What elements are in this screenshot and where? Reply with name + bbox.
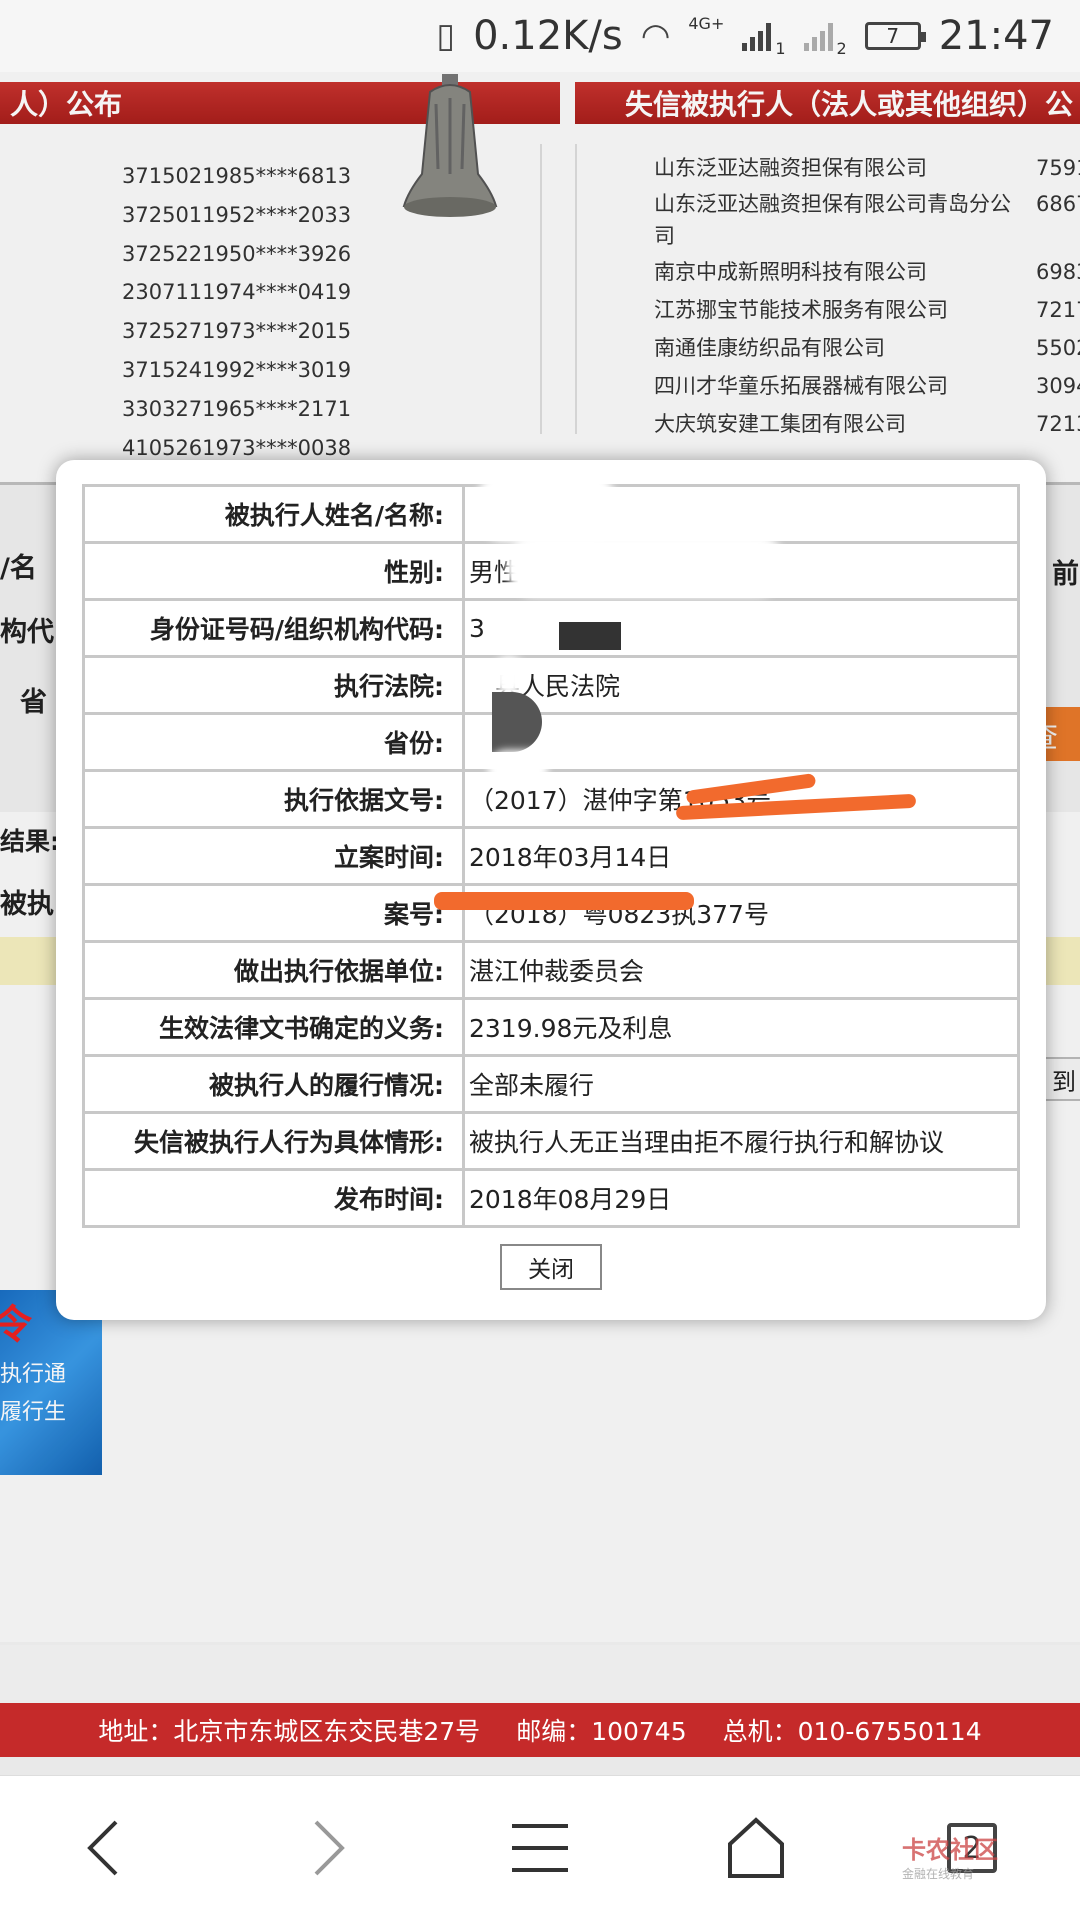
menu-icon xyxy=(512,1824,568,1872)
menu-button[interactable] xyxy=(485,1793,595,1903)
redaction-block xyxy=(559,622,621,650)
footer-phone: 总机：010-67550114 xyxy=(722,1717,982,1746)
row-label: 身份证号码/组织机构代码: xyxy=(82,598,465,658)
clock: 21:47 xyxy=(938,13,1054,59)
network-type: 4G+ xyxy=(688,14,725,33)
table-row: 发布时间: 2018年08月29日 xyxy=(82,1168,1020,1228)
vibrate-icon: ▯ xyxy=(436,16,456,56)
table-row: 省份: xyxy=(82,712,1020,772)
table-row: 执行法院: 县人民法院 xyxy=(82,655,1020,715)
net-speed: 0.12K/s xyxy=(473,13,623,59)
footer-postcode: 邮编：100745 xyxy=(516,1717,687,1746)
redaction-blur xyxy=(506,535,786,597)
wifi-icon: ◠ xyxy=(640,16,671,56)
row-label: 立案时间: xyxy=(82,826,465,886)
battery-level: 7 xyxy=(886,24,900,48)
home-icon xyxy=(728,1817,784,1878)
sim2-label: 2 xyxy=(836,39,847,58)
row-label: 生效法律文书确定的义务: xyxy=(82,997,465,1057)
row-label: 案号: xyxy=(82,883,465,943)
row-label: 性别: xyxy=(82,541,465,601)
redaction-blur xyxy=(488,750,548,786)
row-value: 县人民法院 xyxy=(462,655,1020,715)
watermark-title: 卡农社区 xyxy=(902,1836,998,1864)
watermark-subtitle: 金融在线教育 xyxy=(902,1867,975,1881)
row-value: 全部未履行 xyxy=(462,1054,1020,1114)
battery-icon: 7 xyxy=(864,22,926,50)
row-label: 做出执行依据单位: xyxy=(82,940,465,1000)
chevron-right-icon xyxy=(314,1820,345,1876)
footer-spacer xyxy=(0,1645,1080,1703)
row-label: 被执行人姓名/名称: xyxy=(82,484,465,544)
home-button[interactable] xyxy=(701,1793,811,1903)
row-label: 被执行人的履行情况: xyxy=(82,1054,465,1114)
table-row: 做出执行依据单位: 湛江仲裁委员会 xyxy=(82,940,1020,1000)
site-footer: 地址：北京市东城区东交民巷27号 邮编：100745 总机：010-675501… xyxy=(0,1703,1080,1757)
table-row: 立案时间: 2018年03月14日 xyxy=(82,826,1020,886)
signal-icon-sim1 xyxy=(742,21,772,51)
row-label: 执行依据文号: xyxy=(82,769,465,829)
row-label: 省份: xyxy=(82,712,465,772)
table-row: 被执行人的履行情况: 全部未履行 xyxy=(82,1054,1020,1114)
row-label: 发布时间: xyxy=(82,1168,465,1228)
table-row: 身份证号码/组织机构代码: 3 xyxy=(82,598,1020,658)
row-value: 2018年08月29日 xyxy=(462,1168,1020,1228)
row-value: （2017）湛仲字第1053号 xyxy=(462,769,1020,829)
redaction-scribble xyxy=(434,892,694,910)
sim1-label: 1 xyxy=(775,39,786,58)
table-row: 生效法律文书确定的义务: 2319.98元及利息 xyxy=(82,997,1020,1057)
back-button[interactable] xyxy=(53,1793,163,1903)
forward-button[interactable] xyxy=(269,1793,379,1903)
row-value: 湛江仲裁委员会 xyxy=(462,940,1020,1000)
row-value: 被执行人无正当理由拒不履行执行和解协议 xyxy=(462,1111,1020,1171)
signal-icon-sim2 xyxy=(803,21,833,51)
table-row: 失信被执行人行为具体情形: 被执行人无正当理由拒不履行执行和解协议 xyxy=(82,1111,1020,1171)
row-label: 执行法院: xyxy=(82,655,465,715)
redaction-blur xyxy=(476,472,616,542)
row-value: 2319.98元及利息 xyxy=(462,997,1020,1057)
detail-dialog: 被执行人姓名/名称: 性别: 男性 身份证号码/组织机构代码: 3 执行法院: 县人民… xyxy=(56,460,1046,1320)
status-bar: ▯ 0.12K/s ◠ 4G+ 1 2 7 21:47 xyxy=(0,0,1080,72)
close-button[interactable]: 关闭 xyxy=(500,1244,602,1290)
row-label: 失信被执行人行为具体情形: xyxy=(82,1111,465,1171)
chevron-left-icon xyxy=(87,1820,118,1876)
redaction-blur xyxy=(494,656,524,696)
row-value: 2018年03月14日 xyxy=(462,826,1020,886)
row-value: 3 xyxy=(462,598,1020,658)
footer-address: 地址：北京市东城区东交民巷27号 xyxy=(98,1717,481,1746)
watermark-logo: 卡农社区 金融在线教育 xyxy=(902,1830,998,1882)
